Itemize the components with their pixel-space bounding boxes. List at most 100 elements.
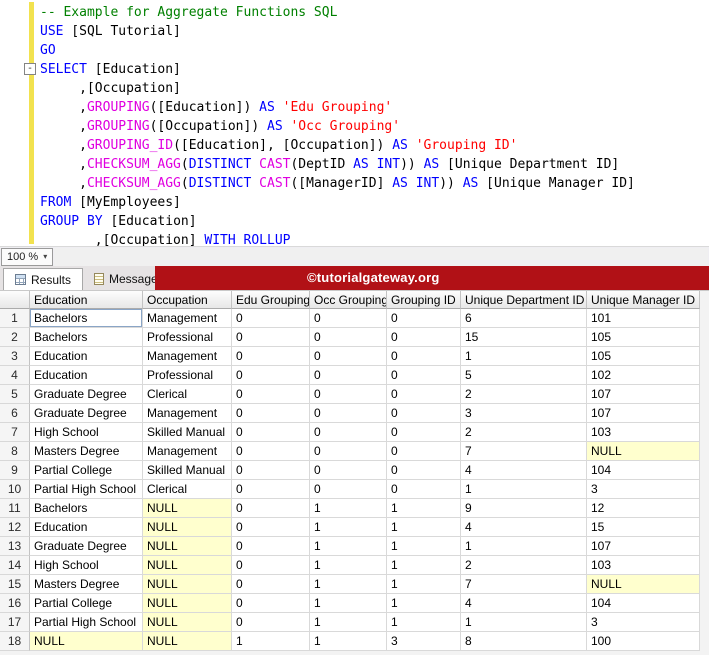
grid-cell[interactable]: 1	[461, 347, 587, 366]
grid-cell[interactable]: Skilled Manual	[143, 461, 232, 480]
grid-cell[interactable]: 1	[310, 575, 387, 594]
grid-cell[interactable]: 0	[387, 366, 461, 385]
grid-cell[interactable]: 0	[232, 461, 310, 480]
row-number[interactable]: 15	[0, 575, 30, 594]
grid-cell[interactable]: 2	[461, 556, 587, 575]
grid-cell[interactable]: 104	[587, 461, 700, 480]
sql-editor[interactable]: - -- Example for Aggregate Functions SQL…	[0, 0, 709, 246]
grid-cell[interactable]: Partial College	[30, 461, 143, 480]
grid-cell[interactable]: 0	[387, 461, 461, 480]
grid-cell[interactable]: Professional	[143, 328, 232, 347]
grid-cell[interactable]: 0	[232, 404, 310, 423]
grid-cell[interactable]: 0	[232, 309, 310, 328]
grid-cell[interactable]: 12	[587, 499, 700, 518]
grid-cell[interactable]: 1	[310, 537, 387, 556]
row-number[interactable]: 8	[0, 442, 30, 461]
grid-cell[interactable]: 1	[461, 537, 587, 556]
grid-cell[interactable]: Bachelors	[30, 309, 143, 328]
grid-cell[interactable]: 0	[310, 385, 387, 404]
grid-cell[interactable]: 101	[587, 309, 700, 328]
grid-cell[interactable]: 0	[387, 347, 461, 366]
grid-cell[interactable]: Graduate Degree	[30, 404, 143, 423]
row-number[interactable]: 11	[0, 499, 30, 518]
grid-cell[interactable]: Management	[143, 404, 232, 423]
grid-cell[interactable]: 1	[310, 556, 387, 575]
grid-cell[interactable]: 0	[232, 537, 310, 556]
grid-cell[interactable]: NULL	[143, 518, 232, 537]
grid-cell[interactable]: Masters Degree	[30, 575, 143, 594]
row-number[interactable]: 18	[0, 632, 30, 651]
zoom-control[interactable]: 100 % ▾	[1, 247, 54, 266]
grid-cell[interactable]: 0	[232, 366, 310, 385]
grid-cell[interactable]: 1	[387, 537, 461, 556]
grid-cell[interactable]: 1	[387, 613, 461, 632]
row-number[interactable]: 14	[0, 556, 30, 575]
column-header-grouping-id[interactable]: Grouping ID	[387, 291, 461, 309]
grid-cell[interactable]: 100	[587, 632, 700, 651]
grid-cell[interactable]: 1	[387, 499, 461, 518]
grid-cell[interactable]: High School	[30, 556, 143, 575]
grid-cell[interactable]: NULL	[143, 556, 232, 575]
row-number[interactable]: 3	[0, 347, 30, 366]
grid-cell[interactable]: 0	[232, 613, 310, 632]
grid-cell[interactable]: 104	[587, 594, 700, 613]
grid-cell[interactable]: 0	[232, 328, 310, 347]
grid-cell[interactable]: 102	[587, 366, 700, 385]
grid-cell[interactable]: 105	[587, 347, 700, 366]
grid-cell[interactable]: 0	[310, 309, 387, 328]
grid-cell[interactable]: NULL	[143, 613, 232, 632]
grid-cell[interactable]: Management	[143, 442, 232, 461]
row-number[interactable]: 2	[0, 328, 30, 347]
grid-cell[interactable]: 103	[587, 556, 700, 575]
grid-cell[interactable]: High School	[30, 423, 143, 442]
row-number[interactable]: 5	[0, 385, 30, 404]
grid-cell[interactable]: 3	[461, 404, 587, 423]
tab-results[interactable]: Results	[3, 268, 84, 290]
grid-cell[interactable]: NULL	[143, 537, 232, 556]
grid-cell[interactable]: 1	[310, 518, 387, 537]
grid-cell[interactable]: 9	[461, 499, 587, 518]
grid-cell[interactable]: 0	[387, 480, 461, 499]
grid-cell[interactable]: 0	[232, 442, 310, 461]
row-number[interactable]: 13	[0, 537, 30, 556]
grid-cell[interactable]: 0	[387, 442, 461, 461]
grid-cell[interactable]: 15	[587, 518, 700, 537]
grid-cell[interactable]: 3	[587, 613, 700, 632]
grid-cell[interactable]: 4	[461, 594, 587, 613]
row-number[interactable]: 4	[0, 366, 30, 385]
row-number[interactable]: 9	[0, 461, 30, 480]
grid-cell[interactable]: Partial High School	[30, 613, 143, 632]
grid-cell[interactable]: 0	[310, 461, 387, 480]
grid-cell[interactable]: 4	[461, 461, 587, 480]
grid-cell[interactable]: 1	[461, 613, 587, 632]
grid-cell[interactable]: 105	[587, 328, 700, 347]
row-number[interactable]: 12	[0, 518, 30, 537]
grid-cell[interactable]: 7	[461, 442, 587, 461]
grid-cell[interactable]: 1	[310, 499, 387, 518]
grid-cell[interactable]: 0	[387, 328, 461, 347]
grid-cell[interactable]: 1	[232, 632, 310, 651]
grid-cell[interactable]: Education	[30, 518, 143, 537]
grid-cell[interactable]: Skilled Manual	[143, 423, 232, 442]
grid-cell[interactable]: 0	[232, 518, 310, 537]
grid-cell[interactable]: 1	[310, 632, 387, 651]
grid-cell[interactable]: 1	[387, 556, 461, 575]
grid-cell[interactable]: 0	[310, 328, 387, 347]
grid-cell[interactable]: 107	[587, 404, 700, 423]
grid-cell[interactable]: 8	[461, 632, 587, 651]
grid-cell[interactable]: 0	[387, 385, 461, 404]
grid-cell[interactable]: 0	[310, 347, 387, 366]
grid-cell[interactable]: Bachelors	[30, 328, 143, 347]
grid-cell[interactable]: Graduate Degree	[30, 537, 143, 556]
grid-cell[interactable]: 0	[232, 480, 310, 499]
grid-cell[interactable]: 1	[387, 518, 461, 537]
grid-cell[interactable]: 0	[310, 423, 387, 442]
grid-cell[interactable]: Partial High School	[30, 480, 143, 499]
grid-cell[interactable]: 2	[461, 385, 587, 404]
row-number[interactable]: 1	[0, 309, 30, 328]
grid-cell[interactable]: 0	[232, 594, 310, 613]
grid-cell[interactable]: 1	[461, 480, 587, 499]
row-number[interactable]: 17	[0, 613, 30, 632]
grid-cell[interactable]: 0	[310, 480, 387, 499]
grid-cell[interactable]: Clerical	[143, 385, 232, 404]
